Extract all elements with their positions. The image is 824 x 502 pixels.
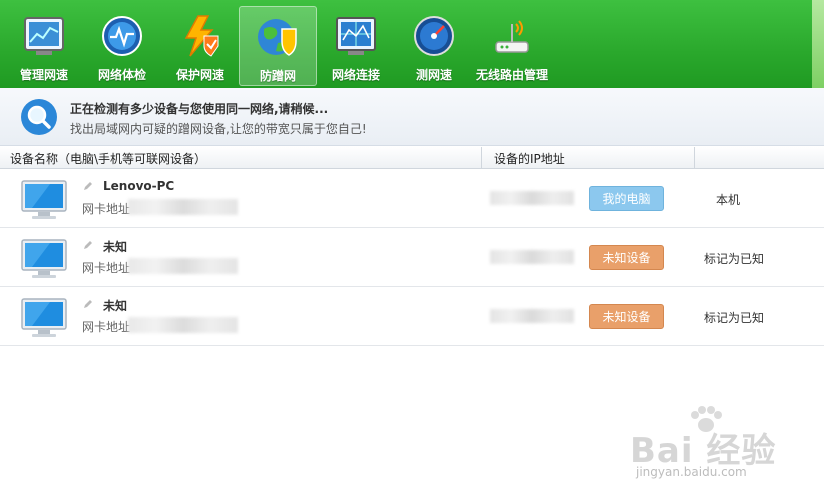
mac-address-redacted [128,199,238,215]
monitor-icon [20,297,68,339]
scan-status-panel: 正在检测有多少设备与您使用同一网络,请稍候... 找出局域网内可疑的蹭网设备,让… [0,88,824,146]
mac-address-label: 网卡地址 [82,202,131,216]
column-divider[interactable] [694,147,695,169]
device-name: Lenovo-PC [103,179,175,193]
column-header-ip-address[interactable]: 设备的IP地址 [494,150,565,167]
tool-network-connection[interactable]: 网络连接 [317,6,395,86]
device-type-badge[interactable]: 我的电脑 [589,186,664,211]
mac-address-redacted [128,258,238,274]
tool-label: 防蹭网 [259,69,296,83]
tool-protect-speed[interactable]: 保护网速 [161,6,239,86]
main-toolbar: 管理网速 网络体检 保护网速 防蹭网 网络连接 测网速 无线路由管理 [0,0,824,88]
device-name: 未知 [103,240,128,254]
tool-label: 管理网速 [19,68,68,82]
ip-address-redacted [490,309,574,323]
tool-label: 测网速 [415,68,452,82]
tool-wifi-router[interactable]: 无线路由管理 [473,6,551,86]
magnifier-icon [20,98,58,136]
tool-anti-leech[interactable]: 防蹭网 [239,6,317,86]
table-row[interactable]: 未知 网卡地址 未知设备 标记为已知 [0,228,824,287]
monitor-icon [20,179,68,221]
globe-shield-icon [256,15,300,59]
device-table-header: 设备名称（电脑\手机等可联网设备） 设备的IP地址 [0,147,824,169]
ip-address-redacted [490,250,574,264]
tool-speed-test[interactable]: 测网速 [395,6,473,86]
edit-icon[interactable] [82,180,94,192]
ip-address-redacted [490,191,574,205]
column-divider[interactable] [481,147,482,169]
mark-as-known-link[interactable]: 标记为已知 [704,250,764,267]
table-row[interactable]: 未知 网卡地址 未知设备 标记为已知 [0,287,824,346]
baidu-jingyan-watermark: Bai 经验 jingyan.baidu.com [630,405,790,490]
window-right-edge [812,0,824,88]
watermark-url: jingyan.baidu.com [636,465,747,479]
shield-lightning-icon [178,14,222,58]
tool-label: 无线路由管理 [475,68,548,82]
mac-address-label: 网卡地址 [82,261,131,275]
tool-label: 网络体检 [97,68,146,82]
edit-icon[interactable] [82,239,94,251]
tool-label: 网络连接 [331,68,380,82]
edit-icon[interactable] [82,298,94,310]
column-header-device-name[interactable]: 设备名称（电脑\手机等可联网设备） [10,150,206,167]
monitor-icon [20,238,68,280]
speed-chart-icon [22,14,66,58]
mac-address-redacted [128,317,238,333]
tool-network-check[interactable]: 网络体检 [83,6,161,86]
device-type-badge[interactable]: 未知设备 [589,304,664,329]
device-type-badge[interactable]: 未知设备 [589,245,664,270]
speedometer-icon [412,14,456,58]
mac-address-label: 网卡地址 [82,320,131,334]
scan-status-subtitle: 找出局域网内可疑的蹭网设备,让您的带宽只属于您自己! [70,122,367,136]
table-row[interactable]: Lenovo-PC 网卡地址 我的电脑 本机 [0,169,824,228]
device-name: 未知 [103,299,128,313]
scan-status-title: 正在检测有多少设备与您使用同一网络,请稍候... [70,102,329,116]
tool-label: 保护网速 [175,68,224,82]
wifi-router-icon [490,14,534,58]
device-status-text: 本机 [716,193,741,207]
mark-as-known-link[interactable]: 标记为已知 [704,309,764,326]
tool-manage-speed[interactable]: 管理网速 [5,6,83,86]
network-check-icon [100,14,144,58]
network-monitor-icon [334,14,378,58]
